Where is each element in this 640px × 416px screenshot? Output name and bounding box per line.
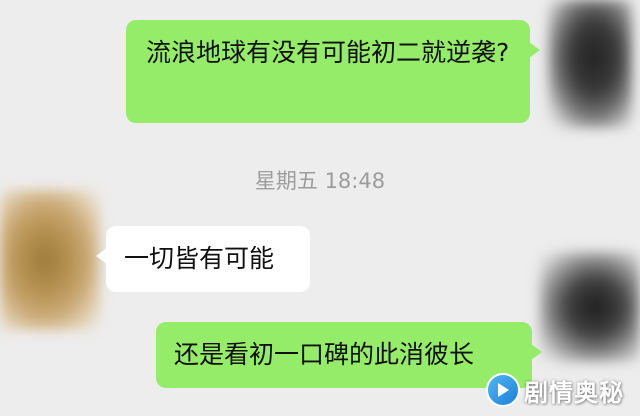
chat-timestamp: 星期五 18:48	[254, 169, 386, 193]
message-text: 一切皆有可能	[124, 244, 275, 273]
watermark-text: 剧情奥秘	[524, 378, 624, 407]
contact-avatar-blurred[interactable]	[0, 190, 100, 330]
my-avatar-blurred-2[interactable]	[540, 252, 640, 362]
outgoing-message-bubble-2[interactable]: 还是看初一口碑的此消彼长	[156, 322, 542, 388]
message-text: 流浪地球有没有可能初二就逆袭?	[146, 38, 510, 67]
play-icon	[486, 373, 520, 407]
my-avatar-blurred[interactable]	[548, 0, 632, 128]
message-text: 还是看初一口碑的此消彼长	[174, 340, 475, 369]
outgoing-message-bubble[interactable]: 流浪地球有没有可能初二就逆袭?	[126, 20, 540, 123]
watermark: 剧情奥秘	[486, 369, 636, 411]
incoming-message-bubble[interactable]: 一切皆有可能	[96, 226, 310, 292]
